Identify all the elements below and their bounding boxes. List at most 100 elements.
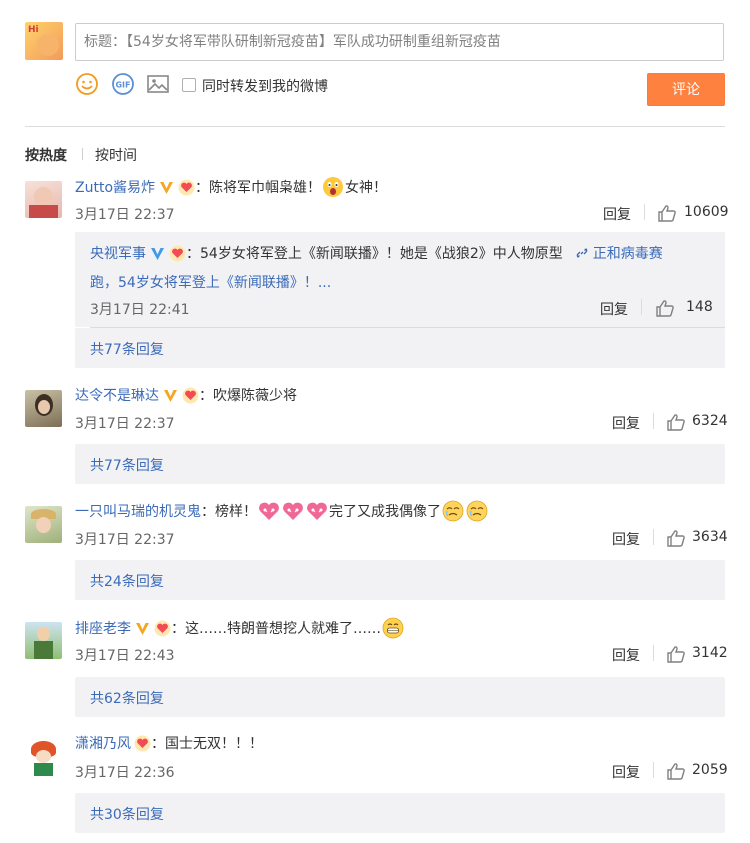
comment-text: 国士无双！！！ xyxy=(165,736,263,752)
divider xyxy=(653,762,654,778)
avatar[interactable] xyxy=(25,390,62,427)
comment-username[interactable]: Zutto酱易炸 xyxy=(75,177,155,197)
like-icon[interactable] xyxy=(666,413,686,431)
more-replies-link[interactable]: 共77条回复 xyxy=(90,455,164,475)
sub-reply-link[interactable]: 正和病毒赛 xyxy=(593,243,663,263)
scared-emoji-icon xyxy=(322,176,344,198)
like-count: 3142 xyxy=(692,645,728,661)
verified-badge-icon xyxy=(149,245,166,262)
comment-separator: ： xyxy=(171,621,185,637)
comment-text: 榜样！ xyxy=(215,504,257,520)
comment-line: 达令不是琳达 ： 吹爆陈薇少将 xyxy=(75,385,297,405)
more-replies-link[interactable]: 共62条回复 xyxy=(90,688,164,708)
heart-badge-icon xyxy=(169,245,186,262)
divider xyxy=(641,299,642,315)
like-icon[interactable] xyxy=(655,299,675,317)
comment-separator: ： xyxy=(186,246,200,262)
like-count: 3634 xyxy=(692,529,728,545)
more-replies-link[interactable]: 共24条回复 xyxy=(90,571,164,591)
repost-checkbox[interactable] xyxy=(182,78,196,92)
comment-time: 3月17日 22:36 xyxy=(75,765,175,781)
comment-input[interactable]: 标题：【54岁女将军带队研制新冠疫苗】军队成功研制重组新冠疫苗 xyxy=(75,23,724,61)
avatar[interactable] xyxy=(25,622,62,659)
reply-button[interactable]: 回复 xyxy=(603,204,631,224)
heart-badge-icon xyxy=(154,620,171,637)
verified-badge-icon xyxy=(158,179,175,196)
divider xyxy=(644,204,645,220)
comment-line: Zutto酱易炸 ： 陈将军巾帼枭雄！ 女神！ xyxy=(75,176,387,198)
heart-badge-icon xyxy=(178,179,195,196)
more-replies-box[interactable]: 共62条回复 xyxy=(75,677,725,717)
sort-by-hot-tab[interactable]: 按热度 xyxy=(25,145,67,165)
comment-time: 3月17日 22:43 xyxy=(75,648,175,664)
avatar[interactable] xyxy=(25,181,62,218)
link-icon xyxy=(576,248,588,258)
crying-emoji-icon xyxy=(466,500,488,522)
reply-button[interactable]: 回复 xyxy=(612,413,640,433)
reply-button[interactable]: 回复 xyxy=(612,762,640,782)
reply-button[interactable]: 回复 xyxy=(612,529,640,549)
comment-time: 3月17日 22:37 xyxy=(75,532,175,548)
image-icon[interactable] xyxy=(146,72,170,96)
comment-text: 吹爆陈薇少将 xyxy=(213,388,297,404)
current-user-avatar: Hi xyxy=(25,22,63,60)
like-icon[interactable] xyxy=(666,529,686,547)
more-replies-box[interactable]: 共24条回复 xyxy=(75,560,725,600)
repost-label: 同时转发到我的微博 xyxy=(202,79,328,95)
more-replies-box[interactable]: 共77条回复 xyxy=(75,328,725,368)
avatar[interactable] xyxy=(25,739,62,776)
like-count: 6324 xyxy=(692,413,728,429)
avatar[interactable] xyxy=(25,506,62,543)
more-replies-link[interactable]: 共77条回复 xyxy=(90,339,164,359)
comment-username[interactable]: 一只叫马瑞的机灵鬼 xyxy=(75,501,201,521)
comment-text: 这……特朗普想挖人就难了…… xyxy=(185,621,381,637)
like-count: 2059 xyxy=(692,762,728,778)
divider xyxy=(82,148,83,160)
reply-button[interactable]: 回复 xyxy=(612,645,640,665)
like-icon[interactable] xyxy=(657,204,677,222)
grin-emoji-icon xyxy=(382,617,404,639)
divider xyxy=(25,126,725,127)
comment-username[interactable]: 达令不是琳达 xyxy=(75,385,159,405)
heart-badge-icon xyxy=(134,735,151,752)
reply-button[interactable]: 回复 xyxy=(600,299,628,319)
gif-icon[interactable]: GIF xyxy=(111,72,135,96)
divider xyxy=(653,529,654,545)
comment-line: 一只叫马瑞的机灵鬼 ： 榜样！ 完了又成我偶像了 xyxy=(75,500,489,522)
like-icon[interactable] xyxy=(666,645,686,663)
more-replies-link[interactable]: 共30条回复 xyxy=(90,804,164,824)
like-icon[interactable] xyxy=(666,762,686,780)
comment-username[interactable]: 潇湘乃风 xyxy=(75,733,131,753)
sub-reply-text: 54岁女将军登上《新闻联播》！她是《战狼2》中人物原型 xyxy=(200,246,563,262)
verified-badge-icon xyxy=(162,387,179,404)
sub-reply-time: 3月17日 22:41 xyxy=(90,302,190,318)
more-replies-box[interactable]: 共30条回复 xyxy=(75,793,725,833)
comment-time: 3月17日 22:37 xyxy=(75,416,175,432)
sub-reply-username[interactable]: 央视军事 xyxy=(90,243,146,263)
sub-reply-line: 央视军事 ： 54岁女将军登上《新闻联播》！她是《战狼2》中人物原型 正和病毒赛 xyxy=(90,243,663,263)
comment-text: 陈将军巾帼枭雄！ xyxy=(209,180,322,196)
emoji-icon[interactable] xyxy=(75,72,99,96)
divider xyxy=(653,645,654,661)
comment-username[interactable]: 排座老李 xyxy=(75,618,131,638)
comment-text: 完了又成我偶像了 xyxy=(329,504,441,520)
comment-line: 排座老李 ： 这……特朗普想挖人就难了…… xyxy=(75,617,405,639)
like-count: 10609 xyxy=(684,204,729,220)
heart-eyes-emoji-icon xyxy=(258,500,280,522)
comment-text: 女神！ xyxy=(345,180,388,196)
divider xyxy=(653,413,654,429)
heart-eyes-emoji-icon xyxy=(282,500,304,522)
svg-text:GIF: GIF xyxy=(115,81,130,90)
heart-eyes-emoji-icon xyxy=(306,500,328,522)
submit-comment-button[interactable]: 评论 xyxy=(647,73,725,106)
sub-reply-link-continued[interactable]: 跑，54岁女将军登上《新闻联播》！... xyxy=(90,272,331,292)
heart-badge-icon xyxy=(182,387,199,404)
more-replies-box[interactable]: 共77条回复 xyxy=(75,444,725,484)
crying-emoji-icon xyxy=(442,500,464,522)
comment-separator: ： xyxy=(199,388,213,404)
comment-time: 3月17日 22:37 xyxy=(75,207,175,223)
sort-by-time-tab[interactable]: 按时间 xyxy=(95,145,137,165)
like-count: 148 xyxy=(686,299,713,315)
comment-separator: ： xyxy=(195,180,210,196)
comment-separator: ： xyxy=(151,736,165,752)
